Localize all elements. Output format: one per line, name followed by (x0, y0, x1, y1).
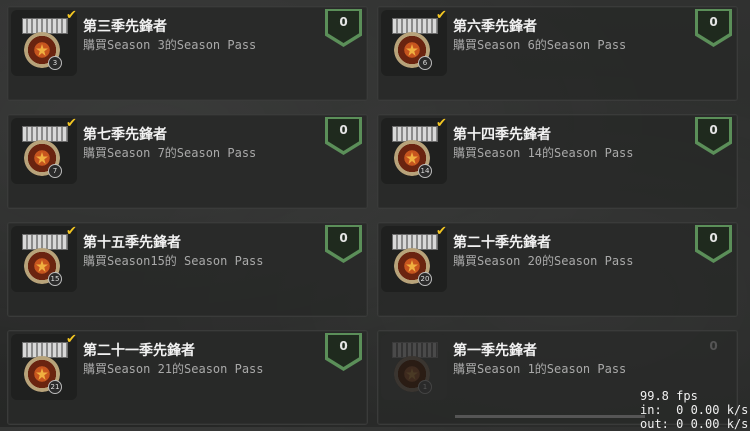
count-value: 0 (698, 119, 729, 151)
achievement-description: 購買Season 6的Season Pass (453, 38, 627, 52)
count-shield-icon: 0 (325, 333, 362, 371)
checkmark-icon: ✔ (436, 8, 447, 23)
achievement-card[interactable]: 6 ✔ 第六季先鋒者 購買Season 6的Season Pass 0 (377, 6, 738, 101)
net-in-readout: in: 0 0.00 k/s (640, 403, 749, 417)
achievement-title: 第二十一季先鋒者 (83, 343, 195, 359)
medal-number: 7 (48, 164, 62, 178)
achievement-description: 購買Season 1的Season Pass (453, 362, 627, 376)
achievement-card[interactable]: 14 ✔ 第十四季先鋒者 購買Season 14的Season Pass 0 (377, 114, 738, 209)
achievement-description: 購買Season 20的Season Pass (453, 254, 634, 268)
count-value: 0 (709, 339, 718, 353)
checkmark-icon: ✔ (66, 224, 77, 239)
achievement-title: 第十四季先鋒者 (453, 127, 551, 143)
medal-number: 3 (48, 56, 62, 70)
count-value: 0 (328, 11, 359, 43)
medal-icon: 1 (381, 334, 447, 400)
net-out-readout: out: 0 0.00 k/s (640, 417, 749, 431)
count-shield-icon: 0 (325, 9, 362, 47)
achievement-title: 第十五季先鋒者 (83, 235, 181, 251)
achievement-description: 購買Season 14的Season Pass (453, 146, 634, 160)
count-value: 0 (328, 227, 359, 259)
medal-number: 15 (48, 272, 62, 286)
achievement-title: 第六季先鋒者 (453, 19, 537, 35)
count-shield-icon: 0 (695, 9, 732, 47)
achievement-title: 第二十季先鋒者 (453, 235, 551, 251)
achievement-description: 購買Season15的 Season Pass (83, 254, 264, 268)
count-value: 0 (698, 227, 729, 259)
checkmark-icon: ✔ (66, 116, 77, 131)
progress-bar (455, 415, 645, 418)
checkmark-icon: ✔ (66, 332, 77, 347)
checkmark-icon: ✔ (66, 8, 77, 23)
medal-number: 14 (418, 164, 432, 178)
count-shield-icon: 0 (325, 117, 362, 155)
count-value: 0 (328, 119, 359, 151)
count-shield-icon: 0 (695, 225, 732, 263)
fps-overlay: 99.8 fps in: 0 0.00 k/s out: 0 0.00 k/s (640, 389, 748, 431)
count-value: 0 (698, 11, 729, 43)
medal-number: 20 (418, 272, 432, 286)
achievement-card[interactable]: 21 ✔ 第二十一季先鋒者 購買Season 21的Season Pass 0 (7, 330, 368, 425)
checkmark-icon: ✔ (436, 116, 447, 131)
medal-number: 21 (48, 380, 62, 394)
achievement-title: 第一季先鋒者 (453, 343, 537, 359)
achievement-card[interactable]: 7 ✔ 第七季先鋒者 購買Season 7的Season Pass 0 (7, 114, 368, 209)
achievement-title: 第七季先鋒者 (83, 127, 167, 143)
achievement-title: 第三季先鋒者 (83, 19, 167, 35)
fps-readout: 99.8 fps (640, 389, 698, 403)
medal-number: 1 (418, 380, 432, 394)
count-shield-icon: 0 (695, 117, 732, 155)
achievement-card[interactable]: 20 ✔ 第二十季先鋒者 購買Season 20的Season Pass 0 (377, 222, 738, 317)
checkmark-icon: ✔ (436, 224, 447, 239)
achievement-card[interactable]: 15 ✔ 第十五季先鋒者 購買Season15的 Season Pass 0 (7, 222, 368, 317)
medal-number: 6 (418, 56, 432, 70)
count-shield-icon: 0 (695, 333, 732, 371)
achievement-description: 購買Season 7的Season Pass (83, 146, 257, 160)
achievement-card[interactable]: 3 ✔ 第三季先鋒者 購買Season 3的Season Pass 0 (7, 6, 368, 101)
achievement-description: 購買Season 21的Season Pass (83, 362, 264, 376)
count-shield-icon: 0 (325, 225, 362, 263)
count-value: 0 (328, 335, 359, 367)
achievement-description: 購買Season 3的Season Pass (83, 38, 257, 52)
